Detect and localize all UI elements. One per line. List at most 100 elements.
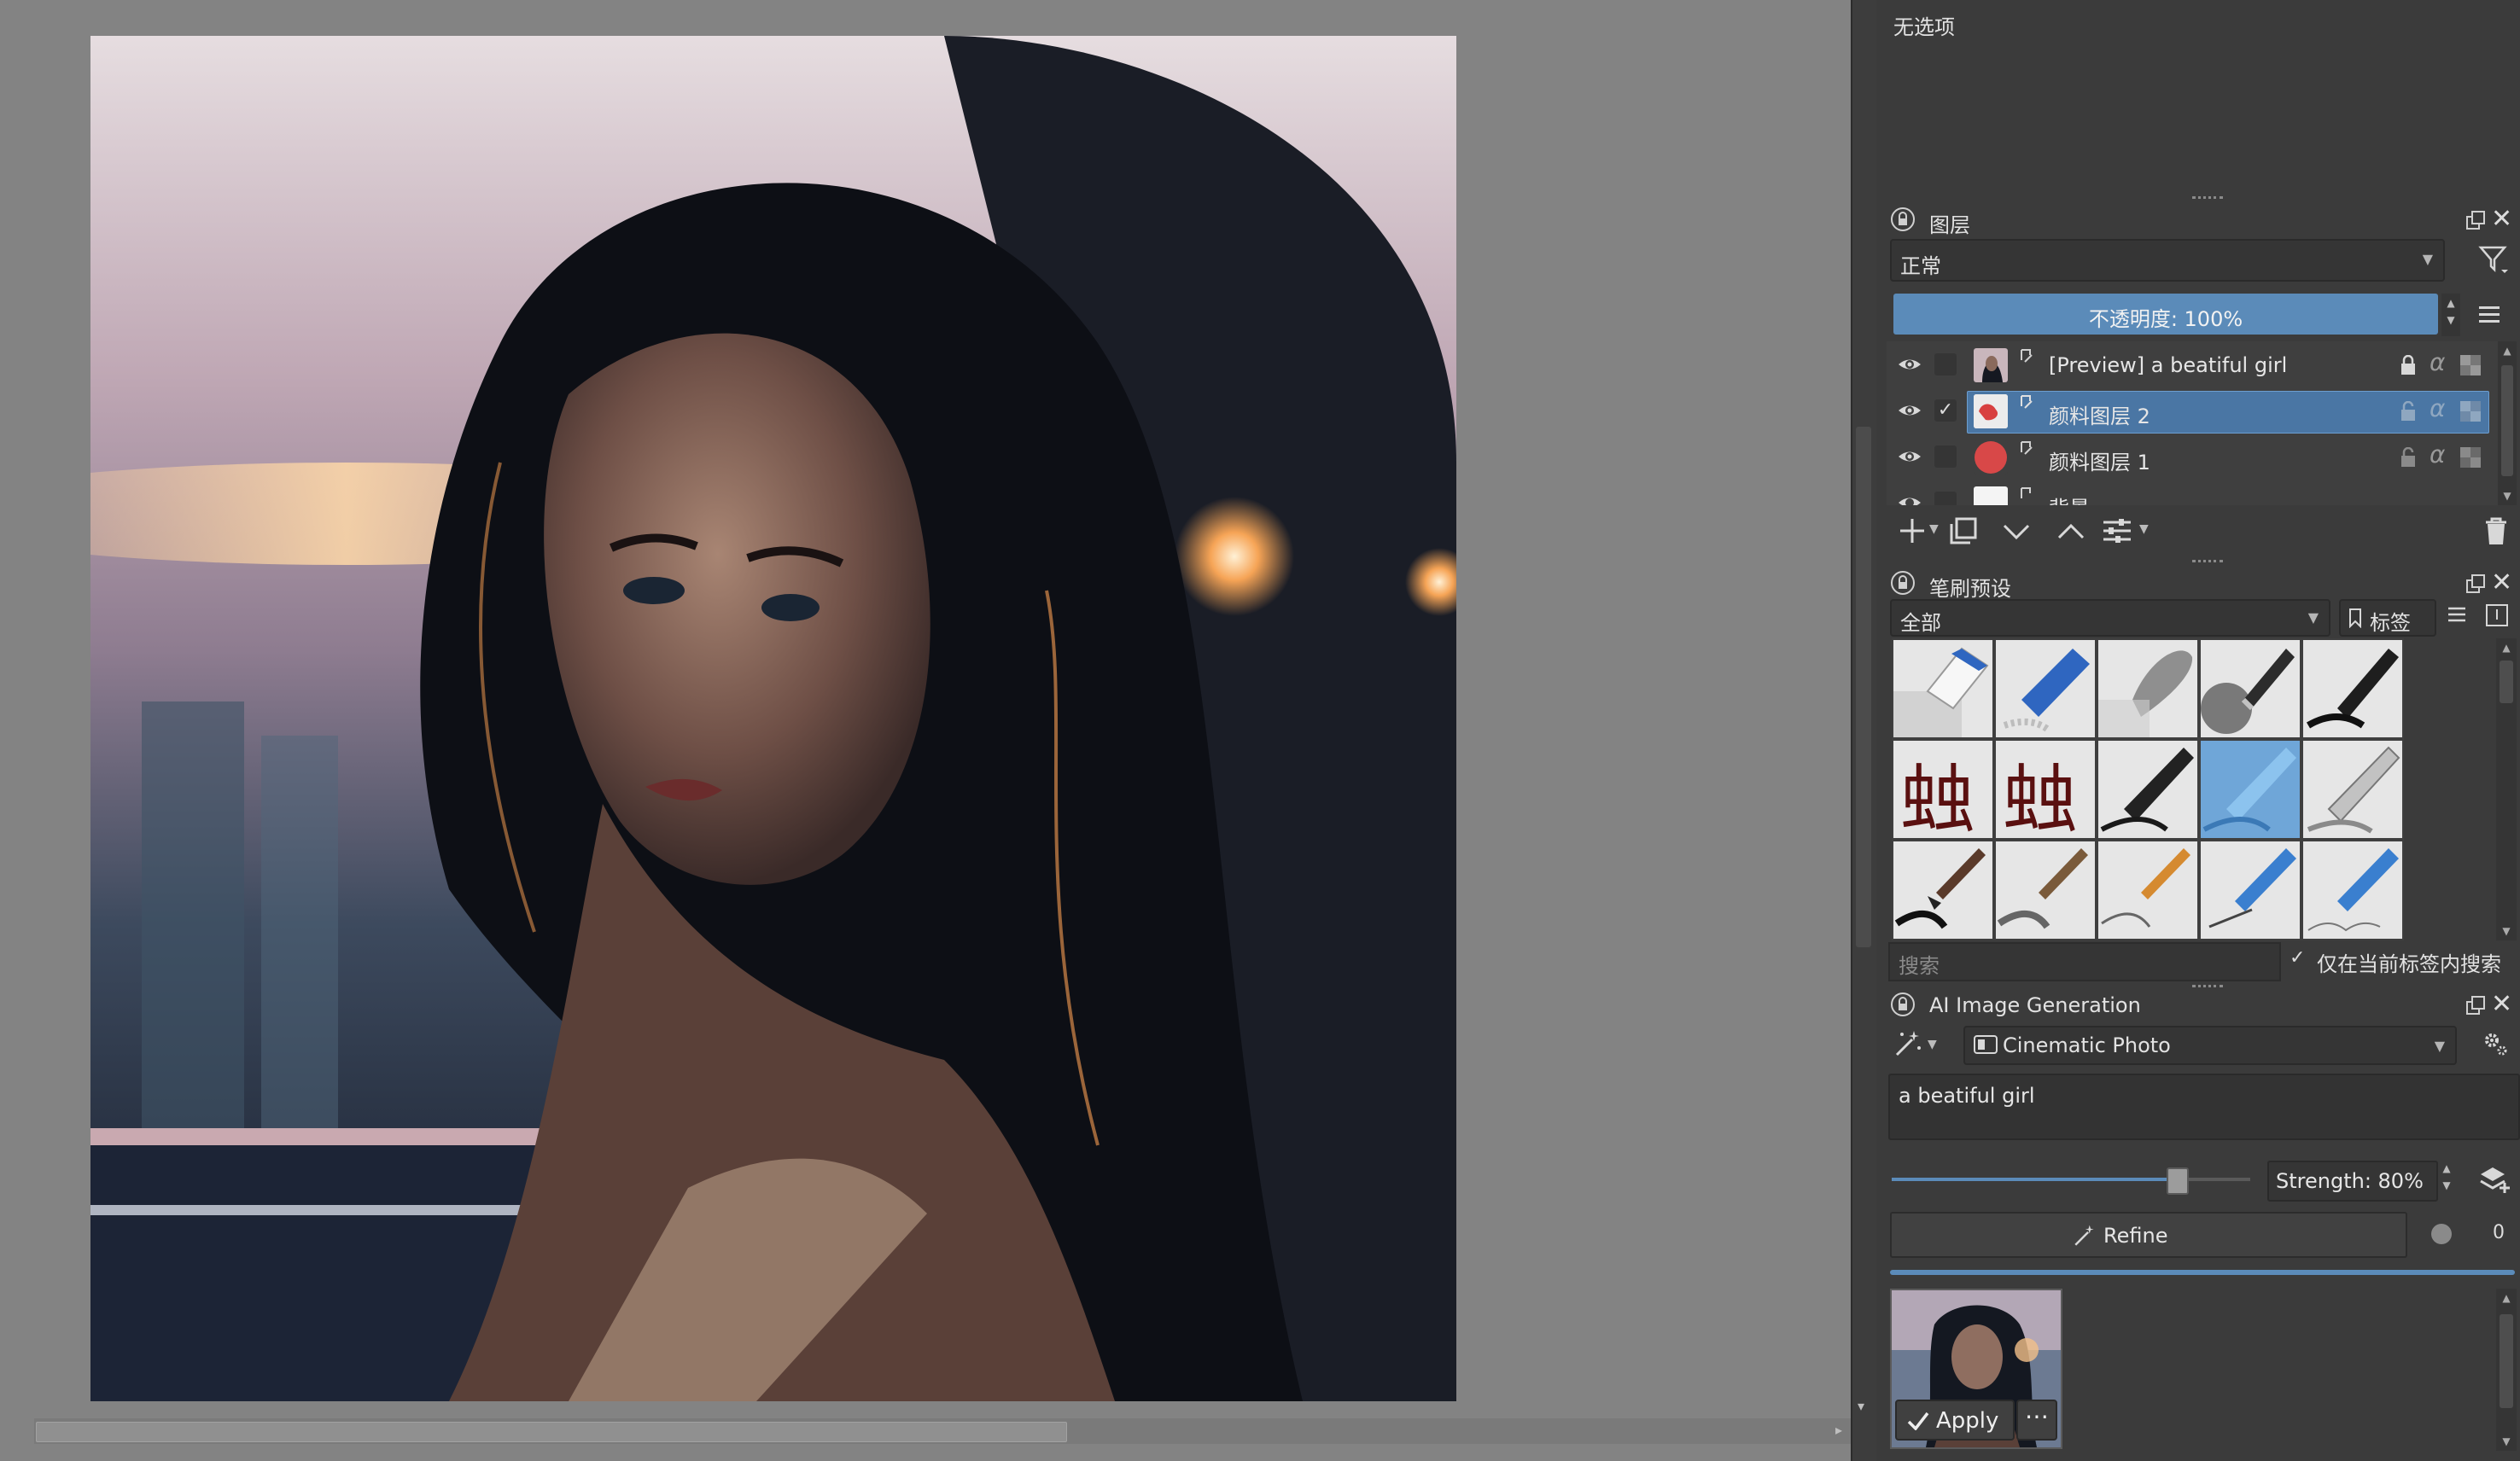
scroll-right-arrow-icon[interactable]: ▸: [1835, 1422, 1842, 1438]
lock-docker-icon[interactable]: [1890, 992, 1916, 1017]
history-scrollbar[interactable]: ▲ ▼: [2496, 1289, 2517, 1451]
layer-thumbnail: [1974, 394, 2008, 428]
layer-list-scrollbar[interactable]: ▲ ▼: [2498, 341, 2517, 505]
alpha-lock-icon[interactable]: α: [2430, 394, 2445, 422]
layer-checkbox[interactable]: [1934, 445, 1957, 468]
layer-row[interactable]: ✓ 颜料图层 2 α: [1887, 389, 2498, 434]
canvas-image[interactable]: [90, 36, 1456, 1401]
filter-icon[interactable]: [2476, 242, 2510, 276]
inherit-alpha-icon[interactable]: [2460, 355, 2481, 375]
close-panel-icon[interactable]: ✕: [2491, 992, 2512, 1017]
layer-checkbox[interactable]: ✓: [1934, 399, 1957, 422]
layer-checkbox[interactable]: [1934, 353, 1957, 375]
visibility-eye-icon[interactable]: [1897, 401, 1922, 420]
brush-preset-grid[interactable]: 䖵 䖵: [1892, 638, 2404, 940]
layer-row[interactable]: 颜料图层 1 α: [1887, 435, 2498, 480]
visibility-eye-icon[interactable]: [1897, 493, 1922, 505]
duplicate-layer-icon[interactable]: [1946, 514, 1980, 548]
brush-preset-brush-soft[interactable]: [1994, 840, 2097, 940]
brush-preset-eraser-soft[interactable]: [1994, 638, 2097, 739]
brush-preset-marker[interactable]: [2097, 739, 2199, 840]
move-layer-down-icon[interactable]: [1999, 514, 2033, 548]
strength-slider-handle[interactable]: [2167, 1167, 2189, 1195]
strength-slider-fill: [1892, 1178, 2177, 1181]
brush-preset-eraser[interactable]: [1892, 638, 1994, 739]
blend-mode-dropdown[interactable]: 正常 ▼: [1890, 239, 2445, 282]
svg-text:䖵: 䖵: [2003, 756, 2078, 838]
blend-mode-value: 正常: [1900, 254, 1941, 278]
style-dropdown[interactable]: Cinematic Photo ▼: [1963, 1026, 2457, 1065]
float-panel-icon[interactable]: [2465, 995, 2486, 1016]
opacity-slider[interactable]: 不透明度: 100%: [1893, 294, 2438, 335]
lock-docker-icon[interactable]: [1890, 207, 1916, 232]
unlock-icon[interactable]: [2399, 447, 2418, 468]
canvas-horizontal-scroll-thumb[interactable]: [36, 1422, 1067, 1442]
delete-layer-icon[interactable]: [2479, 514, 2513, 548]
add-layer-icon[interactable]: [1895, 514, 1929, 548]
lock-icon[interactable]: [2399, 355, 2418, 375]
brush-tag-dropdown[interactable]: 全部 ▼: [1890, 599, 2330, 637]
visibility-eye-icon[interactable]: [1897, 355, 1922, 374]
strength-spinbox[interactable]: Strength: 80%: [2267, 1161, 2438, 1202]
inherit-alpha-icon[interactable]: [2460, 401, 2481, 422]
brush-grid-scrollbar[interactable]: ▲ ▼: [2496, 638, 2517, 940]
visibility-eye-icon[interactable]: [1897, 447, 1922, 466]
move-layer-up-icon[interactable]: [2054, 514, 2088, 548]
layer-list[interactable]: [Preview] a beatiful girl α ✓ 颜料图层 2 α 颜…: [1887, 341, 2498, 505]
lock-docker-icon[interactable]: [1890, 570, 1916, 596]
magic-wand-icon[interactable]: [1893, 1029, 1922, 1058]
layer-checkbox[interactable]: [1934, 492, 1957, 505]
float-panel-icon[interactable]: [2465, 210, 2486, 230]
brush-preset-pencil-grey[interactable]: [2301, 739, 2404, 840]
brush-preset-brush-round[interactable]: [1892, 840, 1994, 940]
layer-thumbnail: [1974, 348, 2008, 382]
chevron-down-icon[interactable]: ▼: [2139, 522, 2149, 536]
brush-preset-calligraphy-1[interactable]: 䖵: [1892, 739, 1994, 840]
opacity-spin-buttons[interactable]: ▲ ▼: [2441, 294, 2460, 336]
inherit-alpha-icon[interactable]: [2460, 447, 2481, 468]
canvas-vertical-scroll-thumb[interactable]: [1856, 427, 1871, 947]
tag-button[interactable]: 标签: [2339, 599, 2436, 637]
alpha-lock-icon[interactable]: α: [2430, 440, 2445, 469]
paint-layer-icon: [2021, 441, 2033, 455]
style-value: Cinematic Photo: [2003, 1033, 2171, 1057]
layer-row[interactable]: [Preview] a beatiful girl α: [1887, 343, 2498, 387]
brush-search-input[interactable]: 搜索: [1888, 942, 2281, 981]
gear-icon[interactable]: [2481, 1029, 2510, 1058]
search-in-tag-label: 仅在当前标签内搜索: [2317, 952, 2501, 976]
search-in-tag-checkbox[interactable]: ✓: [2290, 949, 2308, 968]
brush-presets-panel-title: 笔刷预设: [1929, 577, 2011, 601]
close-panel-icon[interactable]: ✕: [2491, 570, 2512, 596]
layer-toolbar: ▼ ▼: [1876, 507, 2520, 555]
brush-preset-marker-selected[interactable]: [2199, 739, 2301, 840]
ai-panel-title: AI Image Generation: [1929, 993, 2141, 1017]
brush-preset-pencil-blue[interactable]: [2199, 840, 2301, 940]
hamburger-menu-icon[interactable]: [2476, 300, 2503, 328]
close-panel-icon[interactable]: ✕: [2491, 207, 2512, 232]
prompt-input[interactable]: a beatiful girl: [1888, 1074, 2520, 1140]
brush-preset-pencil-sketch[interactable]: [2301, 840, 2404, 940]
layer-row[interactable]: 背景: [1887, 481, 2498, 505]
more-options-button[interactable]: ⋯: [2016, 1400, 2057, 1441]
chevron-down-icon[interactable]: ▼: [1928, 1038, 1937, 1051]
paint-layer-icon: [2021, 487, 2031, 498]
scroll-down-arrow-icon[interactable]: ▾: [1858, 1398, 1864, 1414]
control-layers-icon[interactable]: [2477, 1164, 2511, 1195]
brush-preset-blender[interactable]: [2097, 638, 2199, 739]
chevron-down-icon[interactable]: ▼: [1929, 522, 1939, 536]
style-icon: [1974, 1035, 1998, 1054]
layer-properties-icon[interactable]: [2100, 514, 2134, 548]
brush-preset-brush-fine[interactable]: [2097, 840, 2199, 940]
alpha-lock-icon[interactable]: α: [2430, 348, 2445, 376]
brush-preset-calligraphy-2[interactable]: 䖵: [1994, 739, 2097, 840]
brush-preset-airbrush[interactable]: [2199, 638, 2301, 739]
strength-spin-buttons[interactable]: ▲ ▼: [2438, 1162, 2455, 1200]
brush-preset-ink-pen[interactable]: [2301, 638, 2404, 739]
apply-button[interactable]: Apply: [1895, 1400, 2015, 1441]
layer-name: 颜料图层 2: [2049, 405, 2150, 428]
unlock-icon[interactable]: [2399, 401, 2418, 422]
list-view-icon[interactable]: [2445, 602, 2469, 626]
float-panel-icon[interactable]: [2465, 573, 2486, 594]
refine-button[interactable]: Refine: [1890, 1212, 2407, 1258]
brush-settings-icon[interactable]: [2484, 602, 2510, 628]
